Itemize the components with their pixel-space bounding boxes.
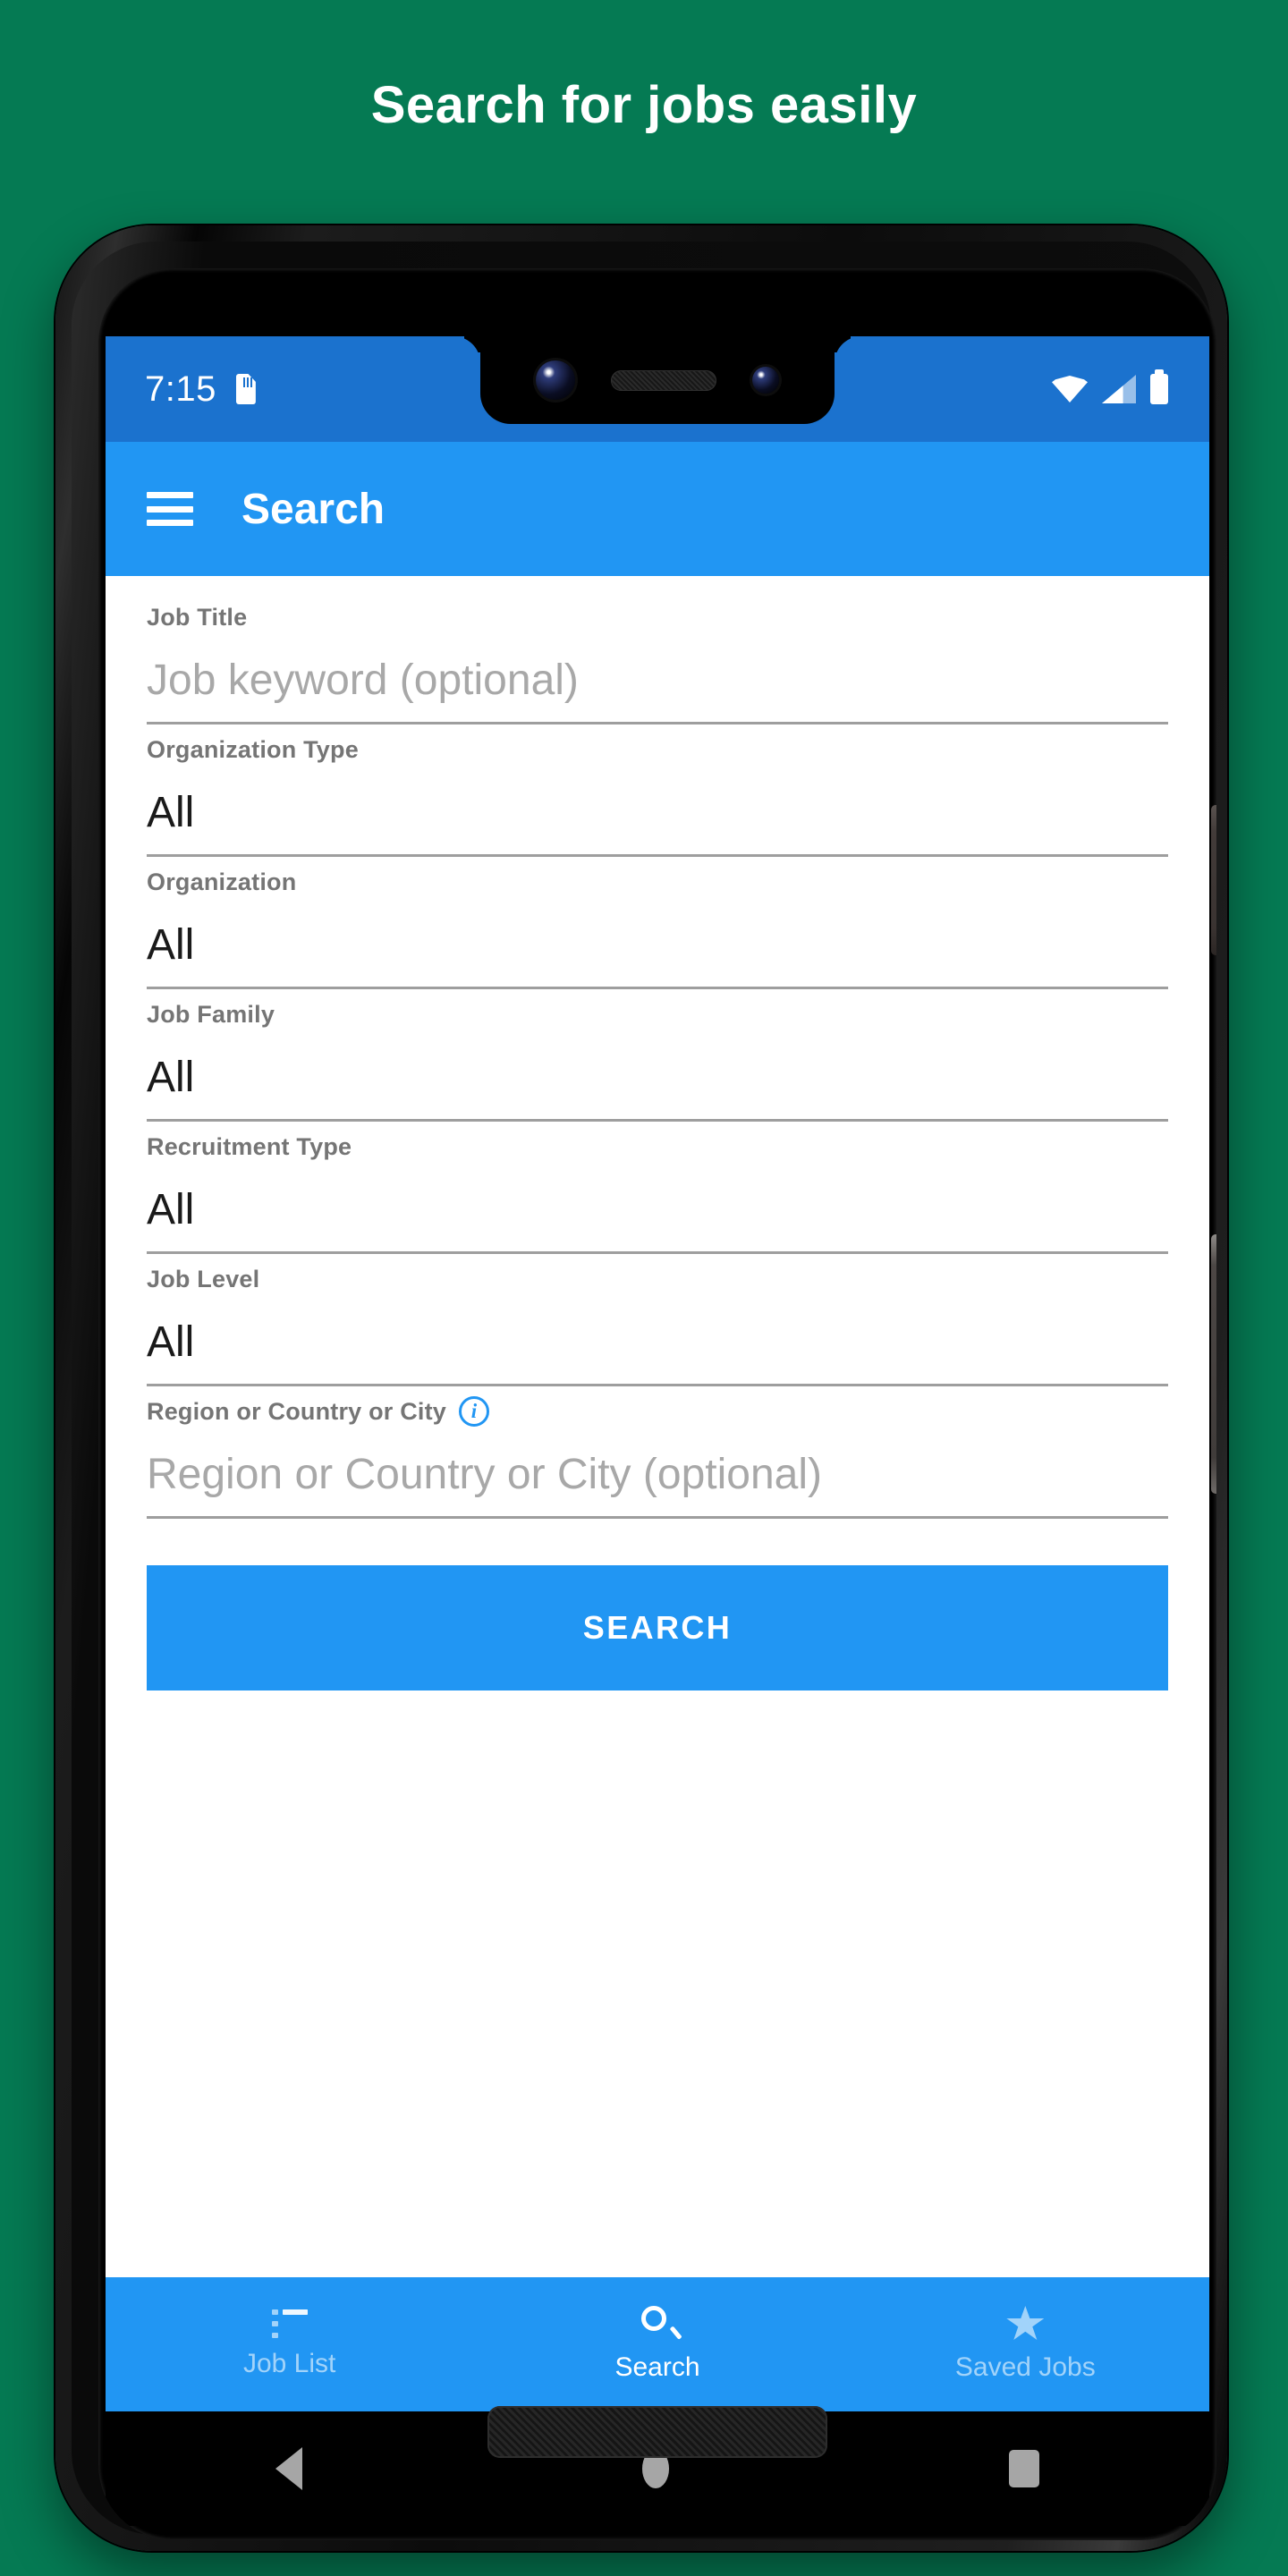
battery-icon bbox=[1150, 369, 1168, 404]
nav-item-label: Saved Jobs bbox=[954, 2352, 1096, 2382]
field-value: All bbox=[147, 789, 195, 836]
region-country-city-input[interactable]: Region or Country or City (optional) bbox=[147, 1433, 1168, 1519]
job-level-select[interactable]: All bbox=[147, 1301, 1168, 1386]
field-label-with-info: Region or Country or City i bbox=[147, 1390, 1168, 1433]
job-title-input[interactable]: Job keyword (optional) bbox=[147, 639, 1168, 724]
power-button[interactable] bbox=[1211, 805, 1216, 955]
search-form: Job Title Job keyword (optional) Organiz… bbox=[106, 576, 1209, 1690]
phone-bezel: 7:15 Search Job Title Job keyword (optio… bbox=[98, 268, 1216, 2540]
organization-select[interactable]: All bbox=[147, 903, 1168, 989]
recents-square-icon[interactable] bbox=[1009, 2450, 1039, 2487]
earpiece-speaker bbox=[611, 369, 716, 391]
page-title: Search for jobs easily bbox=[370, 76, 918, 134]
organization-type-select[interactable]: All bbox=[147, 771, 1168, 857]
clock-label: 7:15 bbox=[145, 369, 216, 409]
bottom-navigation-bar: Job List Search Saved Jobs bbox=[106, 2277, 1209, 2411]
wifi-icon bbox=[1052, 376, 1088, 402]
field-organization-type: Organization Type All bbox=[147, 728, 1168, 857]
cell-signal-icon bbox=[1102, 375, 1136, 403]
list-icon bbox=[271, 2309, 308, 2338]
back-triangle-icon[interactable] bbox=[275, 2447, 302, 2490]
field-label-text: Region or Country or City bbox=[147, 1397, 446, 1425]
field-label: Organization Type bbox=[147, 735, 359, 763]
secondary-camera-icon bbox=[752, 367, 779, 394]
field-recruitment-type: Recruitment Type All bbox=[147, 1125, 1168, 1254]
field-label: Job Family bbox=[147, 1000, 275, 1028]
nav-item-job-list[interactable]: Job List bbox=[106, 2277, 473, 2411]
app-bar-title: Search bbox=[242, 485, 386, 533]
info-icon[interactable]: i bbox=[459, 1396, 489, 1427]
search-submit-button[interactable]: SEARCH bbox=[147, 1565, 1168, 1690]
nav-item-label: Search bbox=[614, 2352, 700, 2382]
sd-card-icon bbox=[235, 374, 256, 404]
search-icon bbox=[640, 2306, 682, 2342]
field-placeholder: Job keyword (optional) bbox=[147, 657, 579, 704]
field-value: All bbox=[147, 1186, 195, 1233]
phone-screen: 7:15 Search Job Title Job keyword (optio… bbox=[106, 336, 1209, 2411]
field-region-country-city: Region or Country or City i Region or Co… bbox=[147, 1390, 1168, 1519]
status-bar-right bbox=[825, 369, 1209, 404]
bottom-speaker-grille bbox=[487, 2406, 827, 2458]
field-job-family: Job Family All bbox=[147, 993, 1168, 1122]
display-notch bbox=[480, 336, 835, 424]
field-value: All bbox=[147, 1318, 195, 1366]
field-label: Recruitment Type bbox=[147, 1132, 352, 1160]
job-family-select[interactable]: All bbox=[147, 1036, 1168, 1122]
hamburger-menu-icon[interactable] bbox=[147, 492, 193, 526]
recruitment-type-select[interactable]: All bbox=[147, 1168, 1168, 1254]
phone-inner-frame: 7:15 Search Job Title Job keyword (optio… bbox=[72, 242, 1216, 2540]
nav-item-search[interactable]: Search bbox=[473, 2277, 841, 2411]
field-label: Job Title bbox=[147, 603, 248, 631]
status-bar: 7:15 bbox=[106, 336, 1209, 442]
phone-device-frame: 7:15 Search Job Title Job keyword (optio… bbox=[55, 225, 1227, 2551]
field-job-level: Job Level All bbox=[147, 1258, 1168, 1386]
volume-rocker-button[interactable] bbox=[1211, 1234, 1216, 1494]
field-value: All bbox=[147, 921, 195, 969]
field-organization: Organization All bbox=[147, 860, 1168, 989]
nav-item-label: Job List bbox=[242, 2349, 336, 2378]
field-label: Job Level bbox=[147, 1265, 260, 1292]
field-value: All bbox=[147, 1054, 195, 1101]
app-bar: Search bbox=[106, 442, 1209, 576]
field-placeholder: Region or Country or City (optional) bbox=[147, 1451, 822, 1498]
star-icon bbox=[1006, 2306, 1045, 2340]
status-bar-left: 7:15 bbox=[106, 369, 490, 410]
field-job-title: Job Title Job keyword (optional) bbox=[147, 596, 1168, 724]
nav-item-saved-jobs[interactable]: Saved Jobs bbox=[842, 2277, 1209, 2411]
field-label: Organization bbox=[147, 868, 297, 895]
front-camera-icon bbox=[536, 360, 575, 400]
